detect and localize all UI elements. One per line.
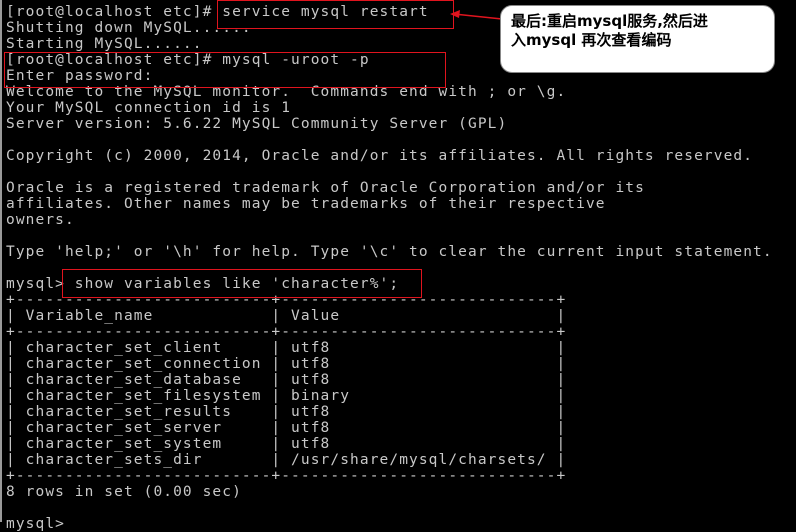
terminal-line: | character_set_filesystem | binary | [6, 388, 567, 404]
terminal-line: | character_set_client | utf8 | [6, 340, 567, 356]
terminal-line: mysql> [6, 516, 75, 532]
terminal-line: | character_set_results | utf8 | [6, 404, 567, 420]
terminal-line: +--------------------------+------------… [6, 468, 567, 484]
terminal-line: | character_set_system | utf8 | [6, 436, 567, 452]
terminal-line: | Variable_name | Value | [6, 308, 567, 324]
terminal-line: affiliates. Other names may be trademark… [6, 196, 606, 212]
terminal-line: | character_set_database | utf8 | [6, 372, 567, 388]
terminal-line: +--------------------------+------------… [6, 324, 567, 340]
terminal-line: | character_set_connection | utf8 | [6, 356, 567, 372]
terminal-line: Server version: 5.6.22 MySQL Community S… [6, 116, 508, 132]
terminal-line: owners. [6, 212, 75, 228]
terminal-line: 8 rows in set (0.00 sec) [6, 484, 242, 500]
annotation-callout: 最后:重启mysql服务,然后进 入mysql 再次查看编码 [500, 5, 775, 73]
terminal-line: Copyright (c) 2000, 2014, Oracle and/or … [6, 148, 754, 164]
highlight-restart-command [217, 0, 454, 29]
highlight-query-command [62, 269, 422, 298]
terminal-line: Oracle is a registered trademark of Orac… [6, 180, 645, 196]
terminal-line: Type 'help;' or '\h' for help. Type '\c'… [6, 244, 773, 260]
window-left-edge [0, 0, 2, 522]
terminal-line: | character_sets_dir | /usr/share/mysql/… [6, 452, 567, 468]
terminal-line: | character_set_server | utf8 | [6, 420, 567, 436]
terminal-line: Your MySQL connection id is 1 [6, 100, 292, 116]
highlight-login-command [4, 52, 446, 88]
